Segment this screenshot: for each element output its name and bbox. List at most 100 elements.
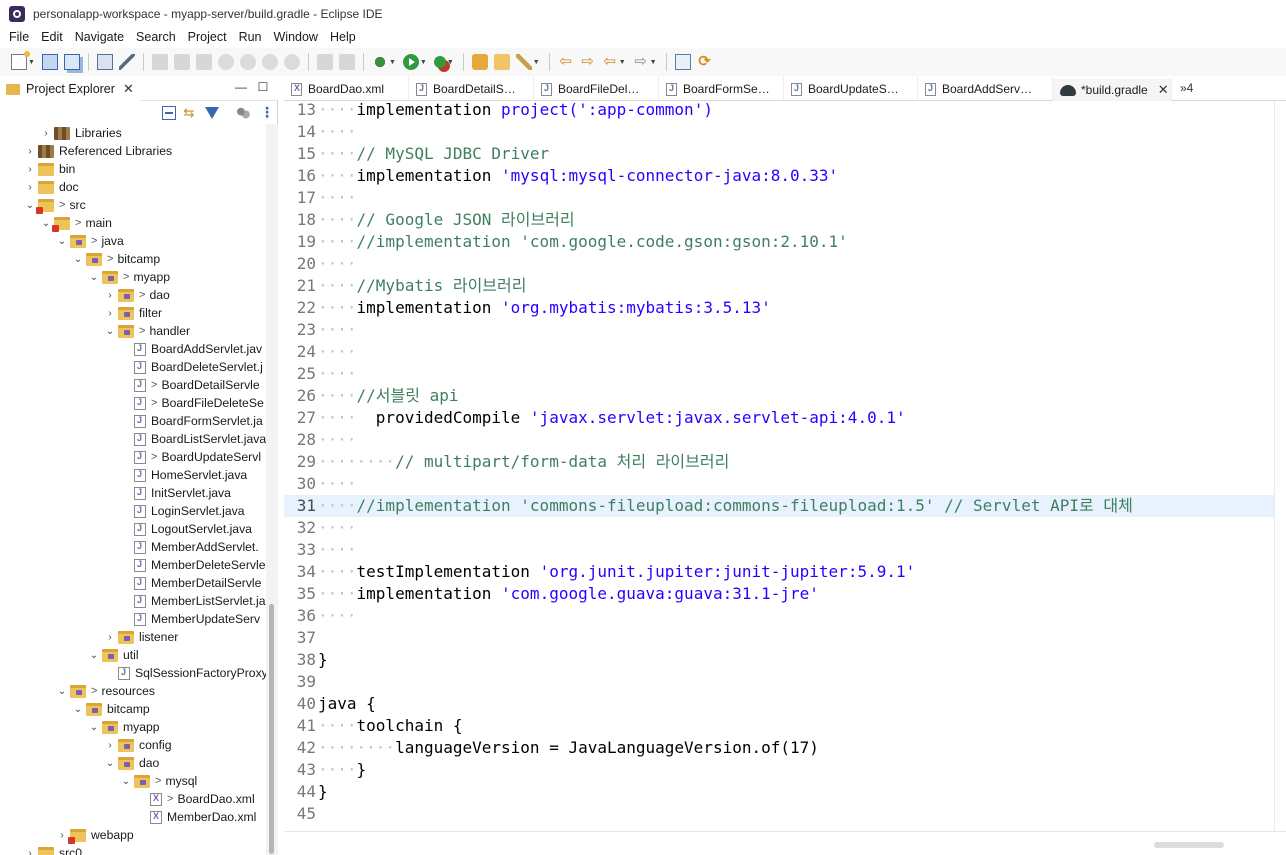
chevron-down-icon[interactable]: ▼: [389, 59, 396, 66]
tree-item[interactable]: ⌄ > myapp: [88, 268, 170, 286]
new-wizard-icon[interactable]: [11, 51, 30, 70]
tree-item[interactable]: InitServlet.java: [120, 484, 231, 502]
tree-item[interactable]: › config: [104, 736, 171, 754]
step-into-icon[interactable]: [239, 54, 256, 70]
expand-arrow-icon[interactable]: ⌄: [88, 722, 100, 733]
maximize-icon[interactable]: ☐: [256, 81, 270, 95]
save-icon[interactable]: [41, 54, 58, 70]
tree-item[interactable]: BoardDeleteServlet.j: [120, 358, 263, 376]
code-line[interactable]: 39: [284, 671, 1274, 693]
resume-icon[interactable]: [151, 54, 168, 70]
tree-item[interactable]: ⌄ > mysql: [120, 772, 197, 790]
close-icon[interactable]: ✕: [1158, 82, 1169, 98]
code-line[interactable]: 33 ····: [284, 539, 1274, 561]
editor-tab[interactable]: BoardUpdateS…: [784, 77, 918, 101]
tree-item[interactable]: ⌄ > handler: [104, 322, 190, 340]
menu-search[interactable]: Search: [130, 30, 182, 44]
chevron-down-icon[interactable]: ▼: [420, 59, 427, 66]
tab-overflow-button[interactable]: »4: [1180, 81, 1193, 95]
code-line[interactable]: 28 ····: [284, 429, 1274, 451]
expand-arrow-icon[interactable]: ⌄: [120, 776, 132, 787]
code-line[interactable]: 40 java {: [284, 693, 1274, 715]
view-menu-icon[interactable]: ⋮: [260, 105, 274, 120]
menu-navigate[interactable]: Navigate: [69, 30, 130, 44]
code-line[interactable]: 21 ····//Mybatis 라이브러리: [284, 275, 1274, 297]
back-icon[interactable]: ⇦: [602, 54, 618, 70]
editor-vertical-scrollbar[interactable]: [1274, 101, 1286, 831]
collapse-arrow-icon[interactable]: ›: [24, 182, 36, 193]
run-icon[interactable]: [402, 54, 419, 70]
code-line[interactable]: 38}: [284, 649, 1274, 671]
tree-item[interactable]: › src0: [24, 844, 82, 855]
tree-item[interactable]: BoardListServlet.java: [120, 430, 266, 448]
collapse-arrow-icon[interactable]: ›: [104, 740, 116, 751]
forward-icon[interactable]: ⇨: [633, 54, 649, 70]
menu-project[interactable]: Project: [182, 30, 233, 44]
collapse-arrow-icon[interactable]: ›: [24, 146, 36, 157]
tree-item[interactable]: › Referenced Libraries: [24, 142, 172, 160]
tree-item[interactable]: ⌄ > main: [40, 214, 112, 232]
use-step-filters-icon[interactable]: [316, 54, 333, 70]
previous-annotation-icon[interactable]: ⇦: [558, 54, 574, 70]
code-line[interactable]: 34 ····testImplementation 'org.junit.jupi…: [284, 561, 1274, 583]
editor-tab[interactable]: BoardDetailS…: [409, 77, 534, 101]
collapse-arrow-icon[interactable]: ›: [56, 830, 68, 841]
filter-icon[interactable]: [205, 107, 219, 119]
chevron-down-icon[interactable]: ▼: [650, 59, 657, 66]
expand-arrow-icon[interactable]: ⌄: [24, 200, 36, 211]
code-line[interactable]: 45: [284, 803, 1274, 825]
tree-item[interactable]: ⌄ > bitcamp: [72, 250, 160, 268]
code-line[interactable]: 14 ····: [284, 121, 1274, 143]
code-line[interactable]: 42 ········languageVersion = JavaLanguage…: [284, 737, 1274, 759]
open-perspective-icon[interactable]: [674, 54, 691, 70]
editor-hscroll-thumb[interactable]: [1154, 842, 1224, 848]
code-line[interactable]: 13 ····implementation project(':app-commo…: [284, 101, 1274, 121]
code-line[interactable]: 16 ····implementation 'mysql:mysql-connec…: [284, 165, 1274, 187]
tree-item[interactable]: >BoardDetailServle: [120, 376, 260, 394]
expand-arrow-icon[interactable]: ⌄: [104, 326, 116, 337]
editor-tab[interactable]: BoardFileDel…: [534, 77, 659, 101]
tree-item[interactable]: ⌄ > java: [56, 232, 124, 250]
code-line[interactable]: 20 ····: [284, 253, 1274, 275]
code-line[interactable]: 25 ····: [284, 363, 1274, 385]
tree-item[interactable]: ⌄ bitcamp: [72, 700, 150, 718]
java-perspective-icon[interactable]: ⟳: [697, 54, 713, 70]
code-editor[interactable]: 13 ····implementation project(':app-commo…: [284, 101, 1274, 831]
editor-horizontal-scrollbar[interactable]: [284, 831, 1286, 855]
tree-item[interactable]: › Libraries: [40, 124, 121, 142]
tree-item[interactable]: ⌄ myapp: [88, 718, 160, 736]
disconnect-icon[interactable]: [217, 54, 234, 70]
menu-window[interactable]: Window: [268, 30, 324, 44]
collapse-all-icon[interactable]: [162, 106, 176, 120]
code-line[interactable]: 36 ····: [284, 605, 1274, 627]
tree-item[interactable]: ⌄ > resources: [56, 682, 155, 700]
minimize-icon[interactable]: —: [234, 81, 248, 95]
expand-arrow-icon[interactable]: ⌄: [40, 218, 52, 229]
tree-item[interactable]: LogoutServlet.java: [120, 520, 252, 538]
save-all-icon[interactable]: [63, 54, 80, 70]
code-line[interactable]: 35 ····implementation 'com.google.guava:g…: [284, 583, 1274, 605]
terminal-icon[interactable]: [96, 54, 113, 70]
menu-run[interactable]: Run: [233, 30, 268, 44]
chevron-down-icon[interactable]: ▼: [28, 59, 35, 66]
explorer-scrollbar[interactable]: [266, 124, 278, 855]
editor-tab[interactable]: *build.gradle ✕: [1053, 77, 1172, 101]
expand-arrow-icon[interactable]: ⌄: [72, 704, 84, 715]
editor-tab[interactable]: BoardAddServ…: [918, 77, 1053, 101]
tree-item[interactable]: › filter: [104, 304, 162, 322]
code-line[interactable]: 23 ····: [284, 319, 1274, 341]
suspend-icon[interactable]: [173, 54, 190, 70]
collapse-arrow-icon[interactable]: ›: [24, 164, 36, 175]
expand-arrow-icon[interactable]: ⌄: [56, 236, 68, 247]
chevron-down-icon[interactable]: ▼: [447, 59, 454, 66]
chevron-down-icon[interactable]: ▼: [533, 59, 540, 66]
drop-to-frame-icon[interactable]: [338, 54, 355, 70]
open-folder-icon[interactable]: [493, 54, 510, 70]
tree-item[interactable]: MemberDeleteServle: [120, 556, 265, 574]
collapse-arrow-icon[interactable]: ›: [104, 308, 116, 319]
code-line[interactable]: 43 ····}: [284, 759, 1274, 781]
collapse-arrow-icon[interactable]: ›: [104, 290, 116, 301]
tree-item[interactable]: >BoardFileDeleteSe: [120, 394, 264, 412]
tab-project-explorer[interactable]: Project Explorer ✕: [0, 77, 140, 101]
tree-item[interactable]: MemberUpdateServ: [120, 610, 260, 628]
